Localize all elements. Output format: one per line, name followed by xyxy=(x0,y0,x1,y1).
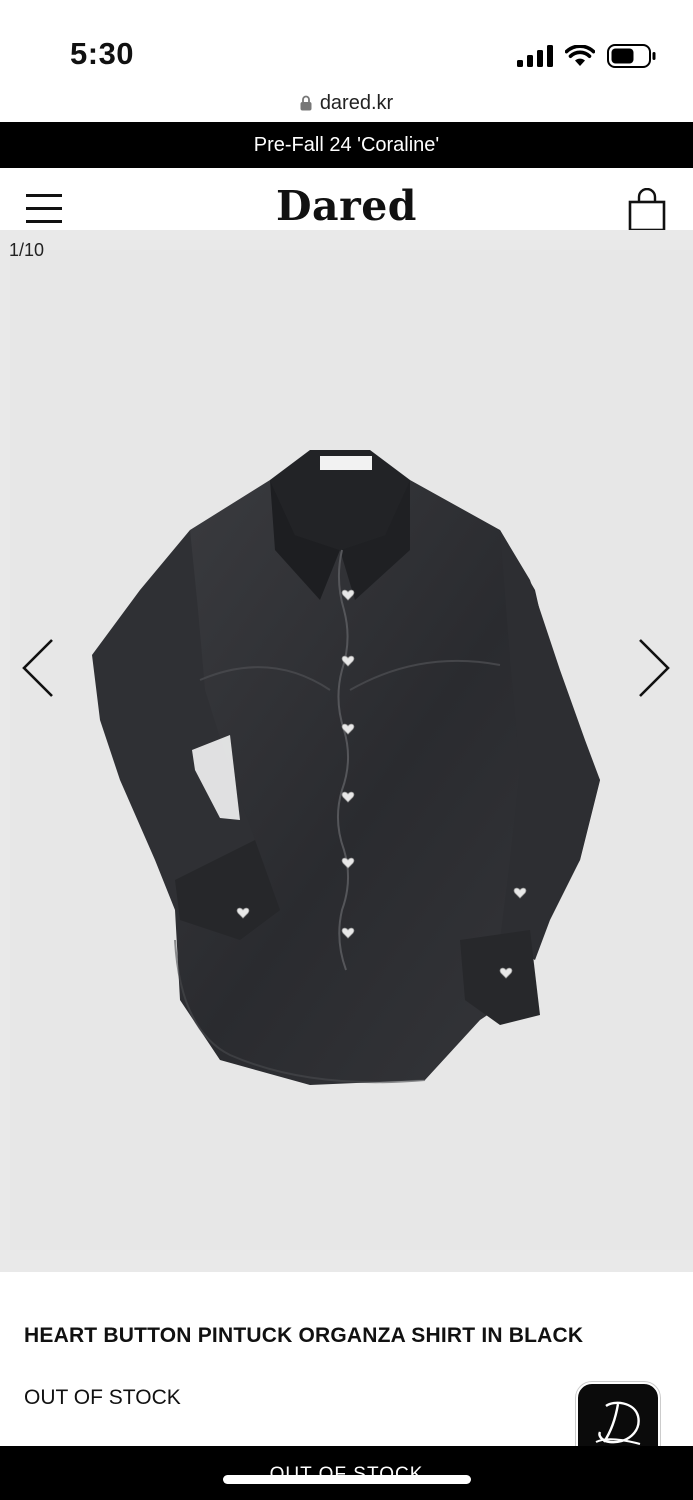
cellular-signal-icon xyxy=(517,45,553,67)
announcement-text: Pre-Fall 24 'Coraline' xyxy=(253,133,440,156)
status-icons xyxy=(517,40,657,72)
status-bar: 5:30 xyxy=(0,0,693,84)
stock-status: OUT OF STOCK xyxy=(24,1386,181,1409)
lock-icon xyxy=(300,95,312,111)
status-time: 5:30 xyxy=(70,36,135,71)
chevron-right-icon xyxy=(639,639,670,697)
dared-monogram-icon xyxy=(595,1401,641,1445)
cart-button[interactable] xyxy=(628,187,666,232)
announcement-bar[interactable]: Pre-Fall 24 'Coraline' xyxy=(0,122,693,168)
url-text: dared.kr xyxy=(319,91,394,114)
site-logo[interactable]: Dared xyxy=(0,182,693,230)
home-indicator[interactable] xyxy=(223,1475,471,1484)
address-bar[interactable]: dared.kr xyxy=(0,84,693,122)
gallery-next-button[interactable] xyxy=(634,636,674,700)
shopping-bag-icon xyxy=(628,187,666,232)
chevron-left-icon xyxy=(22,639,53,697)
site-header: Dared xyxy=(0,168,693,232)
wifi-icon xyxy=(565,45,595,66)
product-title: HEART BUTTON PINTUCK ORGANZA SHIRT IN BL… xyxy=(24,1324,584,1347)
out-of-stock-button[interactable]: OUT OF STOCK xyxy=(0,1446,693,1500)
gallery-prev-button[interactable] xyxy=(18,636,58,700)
gallery-counter: 1/10 xyxy=(9,240,45,260)
battery-icon xyxy=(607,44,656,68)
product-image[interactable] xyxy=(80,440,610,1090)
